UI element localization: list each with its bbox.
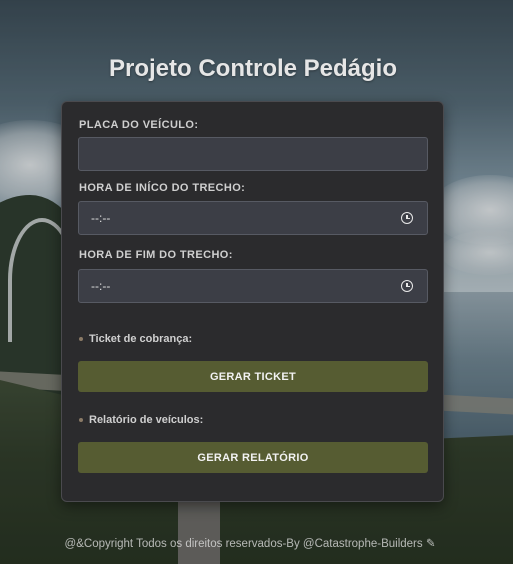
page-title: Projeto Controle Pedágio xyxy=(108,55,398,82)
copyright-footer: @&Copyright Todos os direitos reservados… xyxy=(64,538,436,550)
clock-icon[interactable] xyxy=(401,212,413,224)
end-time-value: --:-- xyxy=(91,279,111,293)
clock-icon[interactable] xyxy=(401,280,413,292)
bullet-icon xyxy=(79,337,83,341)
end-time-label: HORA DE FIM DO TRECHO: xyxy=(79,249,233,261)
start-time-value: --:-- xyxy=(91,211,111,225)
plate-label: PLACA DO VEÍCULO: xyxy=(79,119,199,131)
start-time-input[interactable]: --:-- xyxy=(78,201,428,235)
toll-form-card: PLACA DO VEÍCULO: HORA DE INÍCO DO TRECH… xyxy=(61,101,444,502)
generate-ticket-button[interactable]: GERAR TICKET xyxy=(78,361,428,392)
generate-report-button[interactable]: GERAR RELATÓRIO xyxy=(78,442,428,473)
report-section-label: Relatório de veículos: xyxy=(79,414,203,426)
report-section-text: Relatório de veículos: xyxy=(89,414,204,426)
end-time-input[interactable]: --:-- xyxy=(78,269,428,303)
start-time-label: HORA DE INÍCO DO TRECHO: xyxy=(79,182,246,194)
plate-input[interactable] xyxy=(78,137,428,171)
ticket-section-text: Ticket de cobrança: xyxy=(89,333,193,345)
page: Projeto Controle Pedágio PLACA DO VEÍCUL… xyxy=(0,0,513,564)
ticket-section-label: Ticket de cobrança: xyxy=(79,333,192,345)
bullet-icon xyxy=(79,418,83,422)
